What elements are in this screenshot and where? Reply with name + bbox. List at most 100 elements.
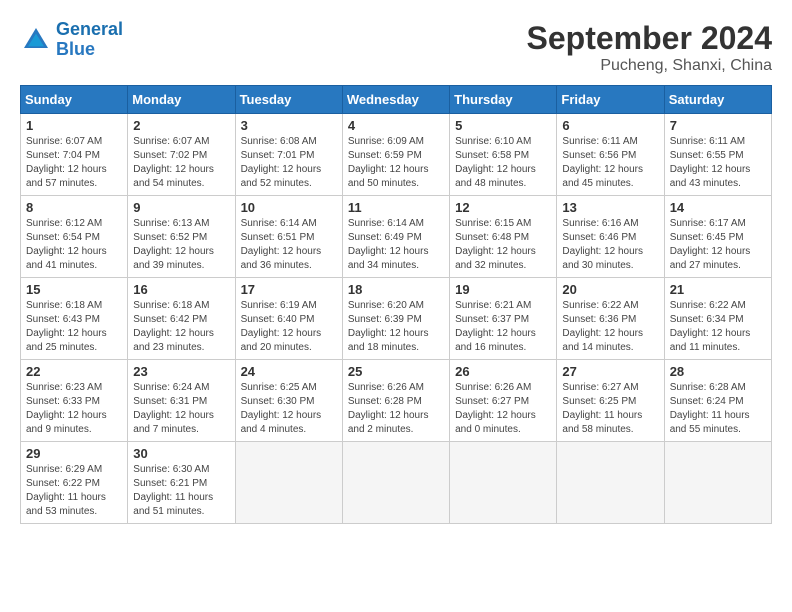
title-block: September 2024 Pucheng, Shanxi, China (527, 20, 772, 75)
day-info: Sunrise: 6:27 AMSunset: 6:25 PMDaylight:… (562, 381, 658, 437)
day-number: 19 (455, 282, 551, 297)
day-number: 8 (26, 200, 122, 215)
day-info: Sunrise: 6:07 AMSunset: 7:02 PMDaylight:… (133, 135, 229, 191)
day-number: 22 (26, 364, 122, 379)
table-row: 9 Sunrise: 6:13 AMSunset: 6:52 PMDaylight… (128, 196, 235, 278)
table-row: 26 Sunrise: 6:26 AMSunset: 6:27 PMDayligh… (450, 360, 557, 442)
day-info: Sunrise: 6:14 AMSunset: 6:51 PMDaylight:… (241, 217, 337, 273)
day-number: 14 (670, 200, 766, 215)
day-info: Sunrise: 6:13 AMSunset: 6:52 PMDaylight:… (133, 217, 229, 273)
logo: General Blue (20, 20, 123, 60)
col-monday: Monday (128, 86, 235, 114)
table-row: 6 Sunrise: 6:11 AMSunset: 6:56 PMDaylight… (557, 114, 664, 196)
day-info: Sunrise: 6:11 AMSunset: 6:56 PMDaylight:… (562, 135, 658, 191)
table-row: 4 Sunrise: 6:09 AMSunset: 6:59 PMDaylight… (342, 114, 449, 196)
day-info: Sunrise: 6:09 AMSunset: 6:59 PMDaylight:… (348, 135, 444, 191)
day-info: Sunrise: 6:10 AMSunset: 6:58 PMDaylight:… (455, 135, 551, 191)
day-number: 5 (455, 118, 551, 133)
day-number: 28 (670, 364, 766, 379)
day-info: Sunrise: 6:11 AMSunset: 6:55 PMDaylight:… (670, 135, 766, 191)
day-number: 4 (348, 118, 444, 133)
month-title: September 2024 (527, 20, 772, 57)
table-row: 28 Sunrise: 6:28 AMSunset: 6:24 PMDayligh… (664, 360, 771, 442)
col-sunday: Sunday (21, 86, 128, 114)
table-row: 2 Sunrise: 6:07 AMSunset: 7:02 PMDaylight… (128, 114, 235, 196)
table-row: 20 Sunrise: 6:22 AMSunset: 6:36 PMDayligh… (557, 278, 664, 360)
day-number: 13 (562, 200, 658, 215)
col-friday: Friday (557, 86, 664, 114)
day-info: Sunrise: 6:28 AMSunset: 6:24 PMDaylight:… (670, 381, 766, 437)
day-info: Sunrise: 6:26 AMSunset: 6:28 PMDaylight:… (348, 381, 444, 437)
day-info: Sunrise: 6:22 AMSunset: 6:36 PMDaylight:… (562, 299, 658, 355)
day-number: 12 (455, 200, 551, 215)
day-info: Sunrise: 6:18 AMSunset: 6:43 PMDaylight:… (26, 299, 122, 355)
day-number: 23 (133, 364, 229, 379)
day-info: Sunrise: 6:26 AMSunset: 6:27 PMDaylight:… (455, 381, 551, 437)
day-number: 29 (26, 446, 122, 461)
day-info: Sunrise: 6:22 AMSunset: 6:34 PMDaylight:… (670, 299, 766, 355)
day-info: Sunrise: 6:16 AMSunset: 6:46 PMDaylight:… (562, 217, 658, 273)
day-number: 6 (562, 118, 658, 133)
table-row: 13 Sunrise: 6:16 AMSunset: 6:46 PMDayligh… (557, 196, 664, 278)
day-info: Sunrise: 6:12 AMSunset: 6:54 PMDaylight:… (26, 217, 122, 273)
table-row: 14 Sunrise: 6:17 AMSunset: 6:45 PMDayligh… (664, 196, 771, 278)
table-row: 7 Sunrise: 6:11 AMSunset: 6:55 PMDaylight… (664, 114, 771, 196)
day-number: 20 (562, 282, 658, 297)
day-number: 25 (348, 364, 444, 379)
table-row: 1Sunrise: 6:07 AMSunset: 7:04 PMDaylight… (21, 114, 128, 196)
table-row (342, 442, 449, 524)
day-info: Sunrise: 6:18 AMSunset: 6:42 PMDaylight:… (133, 299, 229, 355)
day-number: 1 (26, 118, 122, 133)
table-row (450, 442, 557, 524)
table-row: 27 Sunrise: 6:27 AMSunset: 6:25 PMDayligh… (557, 360, 664, 442)
day-number: 10 (241, 200, 337, 215)
day-number: 24 (241, 364, 337, 379)
day-number: 21 (670, 282, 766, 297)
col-thursday: Thursday (450, 86, 557, 114)
table-row: 23Sunrise: 6:24 AMSunset: 6:31 PMDayligh… (128, 360, 235, 442)
day-number: 9 (133, 200, 229, 215)
table-row: 30Sunrise: 6:30 AMSunset: 6:21 PMDayligh… (128, 442, 235, 524)
day-number: 27 (562, 364, 658, 379)
day-info: Sunrise: 6:14 AMSunset: 6:49 PMDaylight:… (348, 217, 444, 273)
table-row (557, 442, 664, 524)
calendar-week-row: 15 Sunrise: 6:18 AMSunset: 6:43 PMDayligh… (21, 278, 772, 360)
day-number: 7 (670, 118, 766, 133)
calendar-table: Sunday Monday Tuesday Wednesday Thursday… (20, 85, 772, 524)
day-info: Sunrise: 6:25 AMSunset: 6:30 PMDaylight:… (241, 381, 337, 437)
table-row: 12 Sunrise: 6:15 AMSunset: 6:48 PMDayligh… (450, 196, 557, 278)
table-row: 29Sunrise: 6:29 AMSunset: 6:22 PMDayligh… (21, 442, 128, 524)
logo-text: General Blue (56, 20, 123, 60)
day-info: Sunrise: 6:21 AMSunset: 6:37 PMDaylight:… (455, 299, 551, 355)
table-row: 18 Sunrise: 6:20 AMSunset: 6:39 PMDayligh… (342, 278, 449, 360)
col-saturday: Saturday (664, 86, 771, 114)
table-row (664, 442, 771, 524)
day-number: 26 (455, 364, 551, 379)
table-row: 5 Sunrise: 6:10 AMSunset: 6:58 PMDaylight… (450, 114, 557, 196)
day-info: Sunrise: 6:20 AMSunset: 6:39 PMDaylight:… (348, 299, 444, 355)
table-row: 11 Sunrise: 6:14 AMSunset: 6:49 PMDayligh… (342, 196, 449, 278)
day-number: 16 (133, 282, 229, 297)
table-row: 3 Sunrise: 6:08 AMSunset: 7:01 PMDaylight… (235, 114, 342, 196)
calendar-week-row: 1Sunrise: 6:07 AMSunset: 7:04 PMDaylight… (21, 114, 772, 196)
col-wednesday: Wednesday (342, 86, 449, 114)
table-row: 22 Sunrise: 6:23 AMSunset: 6:33 PMDayligh… (21, 360, 128, 442)
page-header: General Blue September 2024 Pucheng, Sha… (20, 20, 772, 75)
day-number: 15 (26, 282, 122, 297)
day-number: 18 (348, 282, 444, 297)
day-info: Sunrise: 6:23 AMSunset: 6:33 PMDaylight:… (26, 381, 122, 437)
day-number: 11 (348, 200, 444, 215)
day-number: 17 (241, 282, 337, 297)
day-info: Sunrise: 6:08 AMSunset: 7:01 PMDaylight:… (241, 135, 337, 191)
day-info: Sunrise: 6:17 AMSunset: 6:45 PMDaylight:… (670, 217, 766, 273)
table-row: 8 Sunrise: 6:12 AMSunset: 6:54 PMDaylight… (21, 196, 128, 278)
day-info: Sunrise: 6:15 AMSunset: 6:48 PMDaylight:… (455, 217, 551, 273)
location: Pucheng, Shanxi, China (527, 57, 772, 75)
table-row (235, 442, 342, 524)
table-row: 15 Sunrise: 6:18 AMSunset: 6:43 PMDayligh… (21, 278, 128, 360)
table-row: 25 Sunrise: 6:26 AMSunset: 6:28 PMDayligh… (342, 360, 449, 442)
day-number: 3 (241, 118, 337, 133)
table-row: 16 Sunrise: 6:18 AMSunset: 6:42 PMDayligh… (128, 278, 235, 360)
day-number: 2 (133, 118, 229, 133)
calendar-week-row: 8 Sunrise: 6:12 AMSunset: 6:54 PMDaylight… (21, 196, 772, 278)
